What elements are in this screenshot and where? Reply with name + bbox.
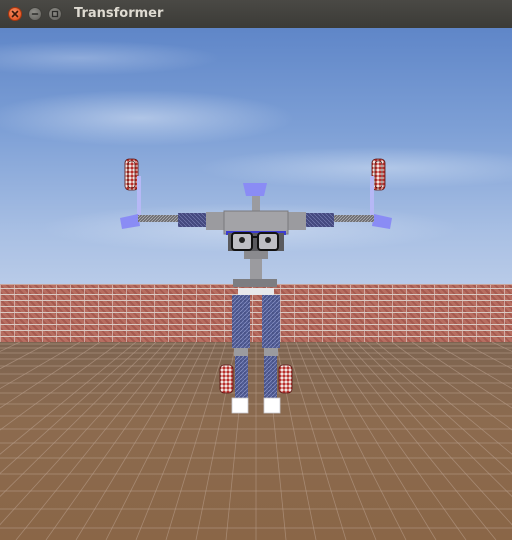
right-thigh	[262, 295, 280, 348]
left-upper-arm	[178, 213, 208, 227]
right-leg-wheel	[278, 364, 293, 394]
robot-chest	[223, 210, 289, 235]
right-hand	[372, 214, 392, 229]
robot-hip-bar	[233, 279, 277, 287]
right-shoulder	[286, 212, 306, 230]
left-shoulder	[206, 212, 226, 230]
left-knee	[234, 348, 248, 356]
3d-viewport[interactable]	[0, 28, 512, 540]
left-shoulder-wheel	[124, 158, 139, 191]
robot-face	[228, 232, 284, 251]
robot-waist-upper	[244, 251, 268, 259]
maximize-icon	[51, 10, 59, 18]
left-shin	[235, 356, 248, 398]
minimize-button[interactable]	[28, 7, 42, 21]
left-thigh	[232, 295, 250, 348]
left-forearm	[138, 215, 178, 222]
left-hand	[120, 214, 140, 229]
close-button[interactable]	[8, 7, 22, 21]
right-knee	[264, 348, 278, 356]
robot-head	[243, 183, 267, 196]
right-foot	[263, 397, 281, 414]
left-arm-rod	[137, 176, 141, 216]
transformer-robot[interactable]	[0, 28, 512, 540]
robot-neck	[252, 196, 260, 213]
right-upper-arm	[304, 213, 334, 227]
left-foot	[231, 397, 249, 414]
close-icon	[11, 10, 19, 18]
right-arm-rod	[370, 176, 374, 216]
maximize-button[interactable]	[48, 7, 62, 21]
right-shin	[264, 356, 277, 398]
title-bar[interactable]: Transformer	[0, 0, 512, 29]
minimize-icon	[31, 13, 39, 15]
window-title: Transformer	[74, 6, 164, 21]
left-leg-wheel	[219, 364, 234, 394]
robot-pelvis	[238, 288, 274, 295]
robot-spine	[250, 259, 262, 279]
right-forearm	[334, 215, 374, 222]
